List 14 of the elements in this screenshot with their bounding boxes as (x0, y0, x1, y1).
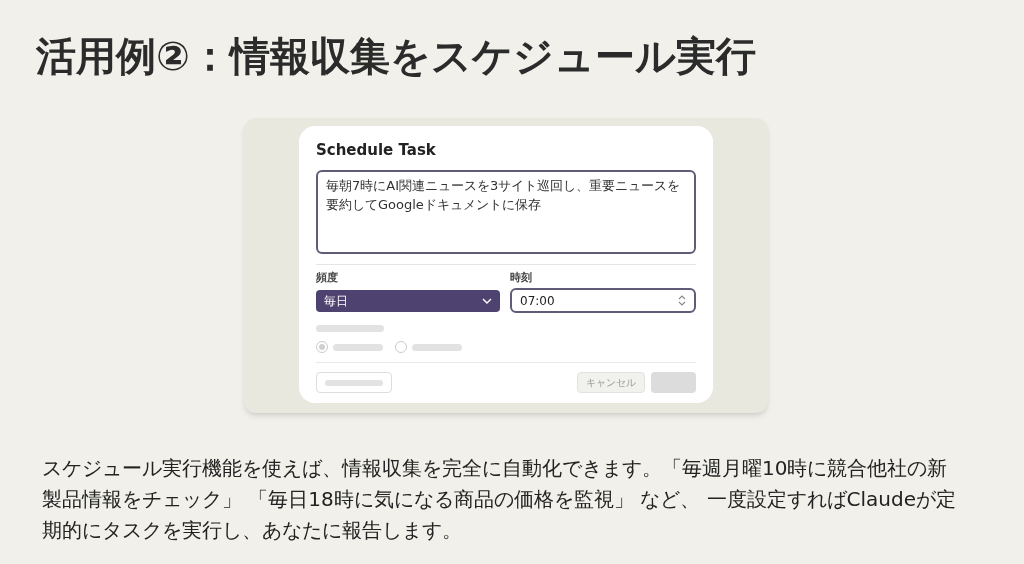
stepper-icon[interactable] (678, 294, 686, 307)
chevron-down-icon (482, 298, 492, 304)
frequency-dropdown[interactable]: 毎日 (316, 290, 500, 312)
field-label: 頻度 (316, 271, 338, 285)
field-label: 時刻 (510, 271, 532, 285)
dialog-title: Schedule Task (316, 140, 436, 160)
placeholder-bar (412, 343, 462, 351)
placeholder-bar (333, 343, 383, 351)
time-field[interactable]: 07:00 (510, 288, 696, 313)
slide-title: 活用例②：情報収集をスケジュール実行 (36, 32, 756, 81)
prompt-field[interactable]: 毎朝7時にAI関連ニュースを3サイト巡回し、重要ニュースを要約してGoogleドキュメントに保存 (316, 170, 696, 254)
placeholder-bar (316, 325, 384, 332)
body-paragraph: スケジュール実行機能を使えば、情報収集を完全に自動化できます。「毎週月曜10時に競合他社の新製品情報をチェック」 「毎日18時に気になる商品の価格を監視」 など、 一度設定すればClaudeが定期的にタスクを実行し、あなたに報告します。 (42, 455, 957, 544)
placeholder-button[interactable] (316, 372, 392, 393)
